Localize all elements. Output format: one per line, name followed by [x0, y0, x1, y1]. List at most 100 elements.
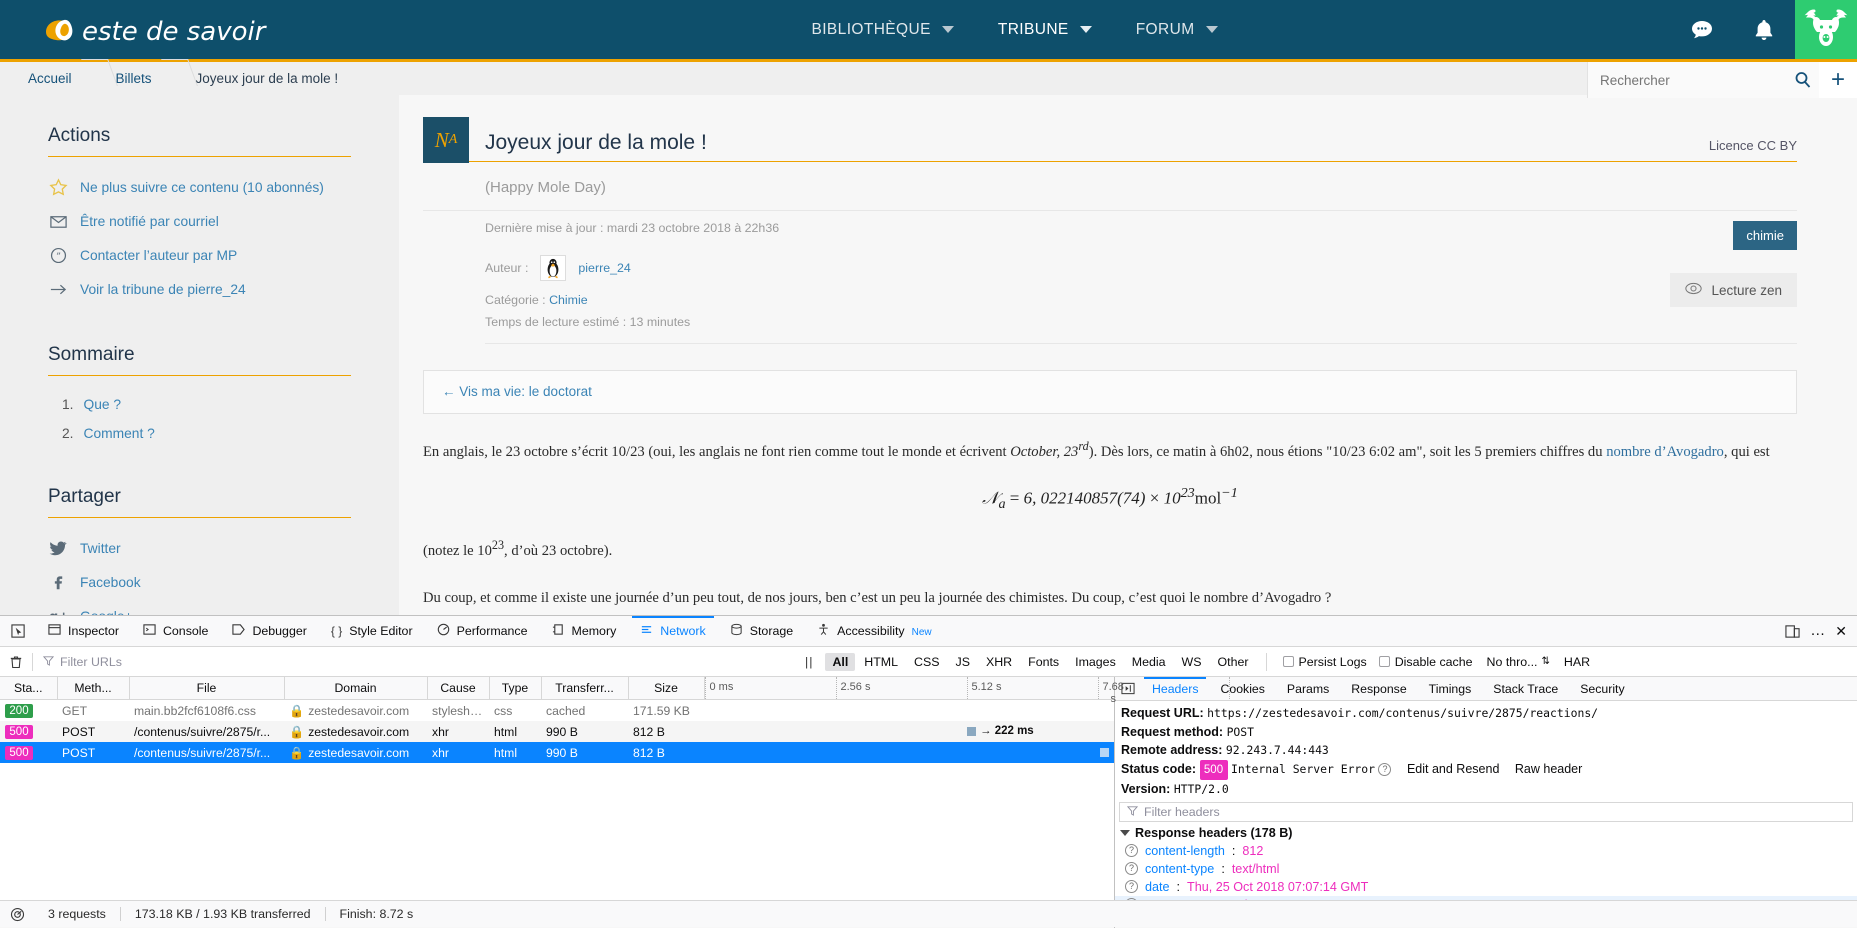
- header-value: text/html: [1231, 861, 1280, 876]
- type-filter-all[interactable]: All: [825, 652, 856, 671]
- filter-urls-input[interactable]: Filter URLs: [33, 655, 793, 669]
- detail-tab-timings[interactable]: Timings: [1418, 677, 1483, 700]
- col-domain[interactable]: Domain: [284, 677, 428, 700]
- edit-and-resend-button[interactable]: Edit and Resend: [1407, 762, 1499, 776]
- performance-icon: [437, 623, 450, 639]
- notifications-icon[interactable]: [1733, 0, 1795, 59]
- remote-address-label: Remote address:: [1121, 743, 1223, 758]
- cell-type: html: [494, 724, 518, 739]
- add-content-button[interactable]: +: [1819, 62, 1857, 98]
- responsive-design-mode-icon[interactable]: [1785, 624, 1800, 639]
- col-file[interactable]: File: [129, 677, 285, 700]
- domain-text: zestedesavoir.com: [308, 703, 410, 718]
- cell-type: html: [489, 742, 541, 763]
- toc-item-comment[interactable]: 2. Comment ?: [62, 419, 351, 448]
- raw-headers-toggle[interactable]: Raw header: [1515, 762, 1582, 776]
- col-status[interactable]: Sta...: [0, 677, 58, 700]
- timeline-tick: 0 ms: [709, 681, 734, 693]
- col-transferred[interactable]: Transferr...: [541, 677, 629, 700]
- type-filter-css[interactable]: CSS: [907, 653, 946, 671]
- disable-cache-checkbox[interactable]: Disable cache: [1373, 655, 1479, 669]
- tab-label: Network: [660, 624, 706, 638]
- tab-label: Memory: [571, 624, 617, 638]
- type-filter-ws[interactable]: WS: [1175, 653, 1209, 671]
- type-filter-js[interactable]: JS: [949, 653, 977, 671]
- detail-tab-params[interactable]: Params: [1276, 677, 1340, 700]
- tab-console[interactable]: Console: [131, 616, 220, 646]
- nav-item-bibliotheque[interactable]: BIBLIOTHÈQUE: [789, 0, 975, 59]
- performance-analysis-icon[interactable]: [0, 907, 34, 922]
- messages-icon[interactable]: [1671, 0, 1733, 59]
- zen-reading-button[interactable]: Lecture zen: [1670, 273, 1797, 307]
- pause-recording-button[interactable]: ||: [793, 655, 825, 669]
- nav-item-forum[interactable]: FORUM: [1114, 0, 1240, 59]
- detail-tab-security[interactable]: Security: [1569, 677, 1635, 700]
- detail-tab-cookies[interactable]: Cookies: [1209, 677, 1275, 700]
- help-icon[interactable]: ?: [1125, 844, 1138, 858]
- sidebar-item-follow[interactable]: Ne plus suivre ce contenu (10 abonnés): [48, 170, 351, 204]
- previous-article-link[interactable]: ← Vis ma vie: le doctorat: [442, 384, 592, 399]
- search-input[interactable]: [1587, 62, 1787, 98]
- avatar[interactable]: [1795, 0, 1857, 59]
- inspector-icon: [48, 623, 61, 639]
- detail-tab-headers[interactable]: Headers: [1141, 677, 1209, 700]
- site-logo[interactable]: este de savoir: [0, 0, 288, 59]
- type-filter-html[interactable]: HTML: [857, 653, 905, 671]
- toc-item-que[interactable]: 1. Que ?: [62, 390, 351, 419]
- type-filter-images[interactable]: Images: [1068, 653, 1123, 671]
- har-button[interactable]: HAR: [1558, 655, 1596, 669]
- sidebar-item-view-tribune[interactable]: Voir la tribune de pierre_24: [48, 272, 351, 306]
- persist-logs-checkbox[interactable]: Persist Logs: [1277, 655, 1373, 669]
- close-devtools-icon[interactable]: ✕: [1835, 623, 1847, 640]
- page-body: Actions Ne plus suivre ce contenu (10 ab…: [0, 95, 1857, 615]
- cell-method: POST: [57, 742, 129, 763]
- element-picker-icon[interactable]: [0, 616, 36, 646]
- help-icon[interactable]: ?: [1125, 862, 1138, 876]
- col-method[interactable]: Meth...: [57, 677, 130, 700]
- devtools-menu-icon[interactable]: …: [1810, 623, 1825, 638]
- tab-memory[interactable]: Memory: [540, 616, 629, 646]
- detail-tab-stack-trace[interactable]: Stack Trace: [1482, 677, 1569, 700]
- tab-inspector[interactable]: Inspector: [36, 616, 131, 646]
- accessibility-new-badge: New: [911, 626, 932, 638]
- clear-requests-icon[interactable]: [0, 655, 32, 669]
- avogadro-link[interactable]: nombre d’Avogadro: [1606, 444, 1724, 460]
- share-item-googleplus[interactable]: g+ Google+: [48, 599, 351, 616]
- throttle-select[interactable]: No thro... ⇅: [1479, 655, 1558, 669]
- version-label: Version:: [1121, 782, 1171, 797]
- table-row[interactable]: 500 POST /contenus/suivre/2875/r... 🔒 zes…: [0, 721, 1114, 742]
- tag-chimie[interactable]: chimie: [1733, 221, 1797, 250]
- table-row[interactable]: 500 POST /contenus/suivre/2875/r... 🔒 zes…: [0, 742, 1114, 763]
- breadcrumb-item-accueil[interactable]: Accueil: [24, 71, 76, 86]
- col-size[interactable]: Size: [628, 677, 705, 700]
- table-row[interactable]: 200 GET main.bb2fcf6108f6.css 🔒 zestedesa…: [0, 700, 1114, 722]
- previous-article-box[interactable]: ← Vis ma vie: le doctorat: [423, 370, 1797, 414]
- tab-storage[interactable]: Storage: [718, 616, 805, 646]
- type-filter-other[interactable]: Other: [1211, 653, 1256, 671]
- help-icon[interactable]: ?: [1378, 762, 1392, 776]
- tab-style-editor[interactable]: { } Style Editor: [319, 616, 425, 646]
- type-filter-media[interactable]: Media: [1125, 653, 1173, 671]
- response-headers-section[interactable]: Response headers (178 B): [1115, 822, 1857, 842]
- tab-network[interactable]: Network: [628, 616, 717, 646]
- help-icon[interactable]: ?: [1125, 880, 1138, 894]
- type-filter-fonts[interactable]: Fonts: [1021, 653, 1066, 671]
- tab-performance[interactable]: Performance: [425, 616, 540, 646]
- tab-debugger[interactable]: Debugger: [220, 616, 318, 646]
- tab-accessibility[interactable]: Accessibility New: [805, 616, 944, 646]
- search-icon[interactable]: [1787, 62, 1819, 98]
- col-cause[interactable]: Cause: [427, 677, 490, 700]
- category-link[interactable]: Chimie: [549, 293, 588, 307]
- breadcrumb-item-billets[interactable]: Billets: [112, 71, 156, 86]
- sidebar-item-email-notify[interactable]: Être notifié par courriel: [48, 204, 351, 238]
- filter-headers-input[interactable]: Filter headers: [1119, 801, 1853, 822]
- sidebar-item-contact-author[interactable]: ” Contacter l’auteur par MP: [48, 238, 351, 272]
- share-item-facebook[interactable]: Facebook: [48, 565, 351, 599]
- author-link[interactable]: pierre_24: [578, 261, 630, 275]
- checkbox-box: [1282, 656, 1294, 667]
- share-item-twitter[interactable]: Twitter: [48, 531, 351, 565]
- col-type[interactable]: Type: [489, 677, 542, 700]
- detail-tab-response[interactable]: Response: [1340, 677, 1417, 700]
- nav-item-tribune[interactable]: TRIBUNE: [975, 0, 1114, 64]
- type-filter-xhr[interactable]: XHR: [979, 653, 1019, 671]
